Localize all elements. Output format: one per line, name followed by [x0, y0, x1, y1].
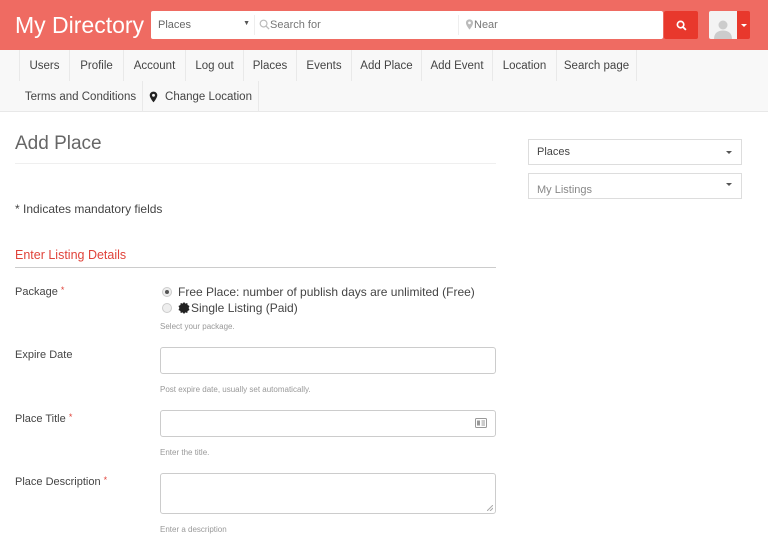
nav-label: Account	[133, 59, 176, 72]
nav-label: Add Place	[360, 59, 413, 72]
search-type-select[interactable]: Places ▼	[151, 11, 254, 39]
package-help: Select your package.	[160, 322, 235, 331]
search-type-value: Places	[158, 19, 192, 31]
expire-date-label: Expire Date	[15, 349, 73, 361]
select-value: My Listings	[537, 184, 593, 196]
nav-item-terms[interactable]: Terms and Conditions	[19, 81, 143, 112]
package-label: Package *	[15, 285, 64, 298]
nav-item-places[interactable]: Places	[244, 50, 297, 81]
nav-label: Location	[502, 59, 547, 72]
site-header: My Directory Places ▼ Search for Near	[0, 0, 768, 50]
section-divider	[15, 267, 496, 268]
nav-label: Profile	[80, 59, 113, 72]
avatar	[709, 11, 737, 39]
option-label: Single Listing (Paid)	[191, 301, 298, 315]
place-title-label: Place Title *	[15, 412, 72, 425]
nav-item-change-location[interactable]: Change Location	[143, 81, 259, 112]
nav-item-events[interactable]: Events	[297, 50, 352, 81]
map-pin-icon	[465, 19, 474, 30]
divider	[254, 15, 255, 35]
radio-button[interactable]	[162, 287, 172, 297]
nav-label: Terms and Conditions	[24, 90, 137, 103]
nav-label: Log out	[195, 59, 234, 72]
id-card-icon	[475, 418, 487, 428]
user-menu-caret-icon	[737, 11, 750, 39]
expire-date-input[interactable]	[160, 347, 496, 374]
nav-item-profile[interactable]: Profile	[70, 50, 124, 81]
search-icon	[259, 19, 270, 30]
title-divider	[15, 163, 496, 164]
search-bar: Places ▼ Search for Near	[151, 11, 663, 39]
nav-item-location[interactable]: Location	[493, 50, 557, 81]
package-option-free[interactable]: Free Place: number of publish days are u…	[162, 285, 475, 299]
user-menu-button[interactable]	[709, 11, 750, 39]
section-title: Enter Listing Details	[15, 248, 127, 262]
nav-item-account[interactable]: Account	[124, 50, 186, 81]
sidebar-places-select[interactable]: Places	[528, 139, 742, 165]
nav-item-add-place[interactable]: Add Place	[352, 50, 422, 81]
place-description-label: Place Description *	[15, 475, 107, 488]
required-mark: *	[68, 412, 73, 422]
nav-label: Search page	[563, 59, 630, 72]
nav-item-search-page[interactable]: Search page	[557, 50, 637, 81]
nav-label: Change Location	[165, 90, 252, 103]
divider	[458, 15, 459, 35]
nav-label: Add Event	[430, 59, 484, 72]
dropdown-caret-icon	[726, 183, 732, 186]
mandatory-note: * Indicates mandatory fields	[15, 202, 163, 216]
place-title-help: Enter the title.	[160, 448, 210, 457]
place-description-textarea[interactable]	[160, 473, 496, 514]
required-mark: *	[60, 285, 65, 295]
dropdown-caret-icon	[726, 151, 732, 154]
place-title-input[interactable]	[160, 410, 496, 437]
dropdown-caret-icon: ▼	[243, 20, 250, 27]
sidebar-my-listings-select[interactable]: My Listings	[528, 173, 742, 199]
nav-item-users[interactable]: Users	[19, 50, 70, 81]
search-placeholder: Search for	[270, 19, 321, 31]
select-value: Places	[537, 146, 571, 158]
label-text: Place Description	[15, 476, 101, 488]
nav-item-add-event[interactable]: Add Event	[422, 50, 493, 81]
nav-label: Places	[252, 59, 288, 72]
badge-icon	[178, 302, 190, 314]
user-icon	[714, 20, 732, 39]
map-marker-icon	[149, 91, 158, 102]
nav-label: Events	[306, 59, 342, 72]
search-input[interactable]: Search for	[259, 11, 321, 39]
package-option-paid[interactable]: Single Listing (Paid)	[162, 301, 298, 315]
page-title: Add Place	[15, 133, 102, 154]
near-placeholder: Near	[474, 19, 498, 31]
label-text: Package	[15, 286, 58, 298]
required-mark: *	[103, 475, 108, 485]
nav-label: Users	[29, 59, 60, 72]
search-button[interactable]	[664, 11, 698, 39]
resize-handle-icon[interactable]	[487, 505, 493, 511]
site-brand[interactable]: My Directory	[15, 12, 144, 39]
label-text: Place Title	[15, 413, 66, 425]
place-description-help: Enter a description	[160, 525, 227, 534]
near-input[interactable]: Near	[465, 11, 498, 39]
expire-date-help: Post expire date, usually set automatica…	[160, 385, 311, 394]
option-label: Free Place: number of publish days are u…	[178, 285, 475, 299]
radio-button[interactable]	[162, 303, 172, 313]
nav-item-logout[interactable]: Log out	[186, 50, 244, 81]
search-icon	[676, 20, 687, 31]
main-nav: Users Profile Account Log out Places Eve…	[0, 50, 768, 112]
